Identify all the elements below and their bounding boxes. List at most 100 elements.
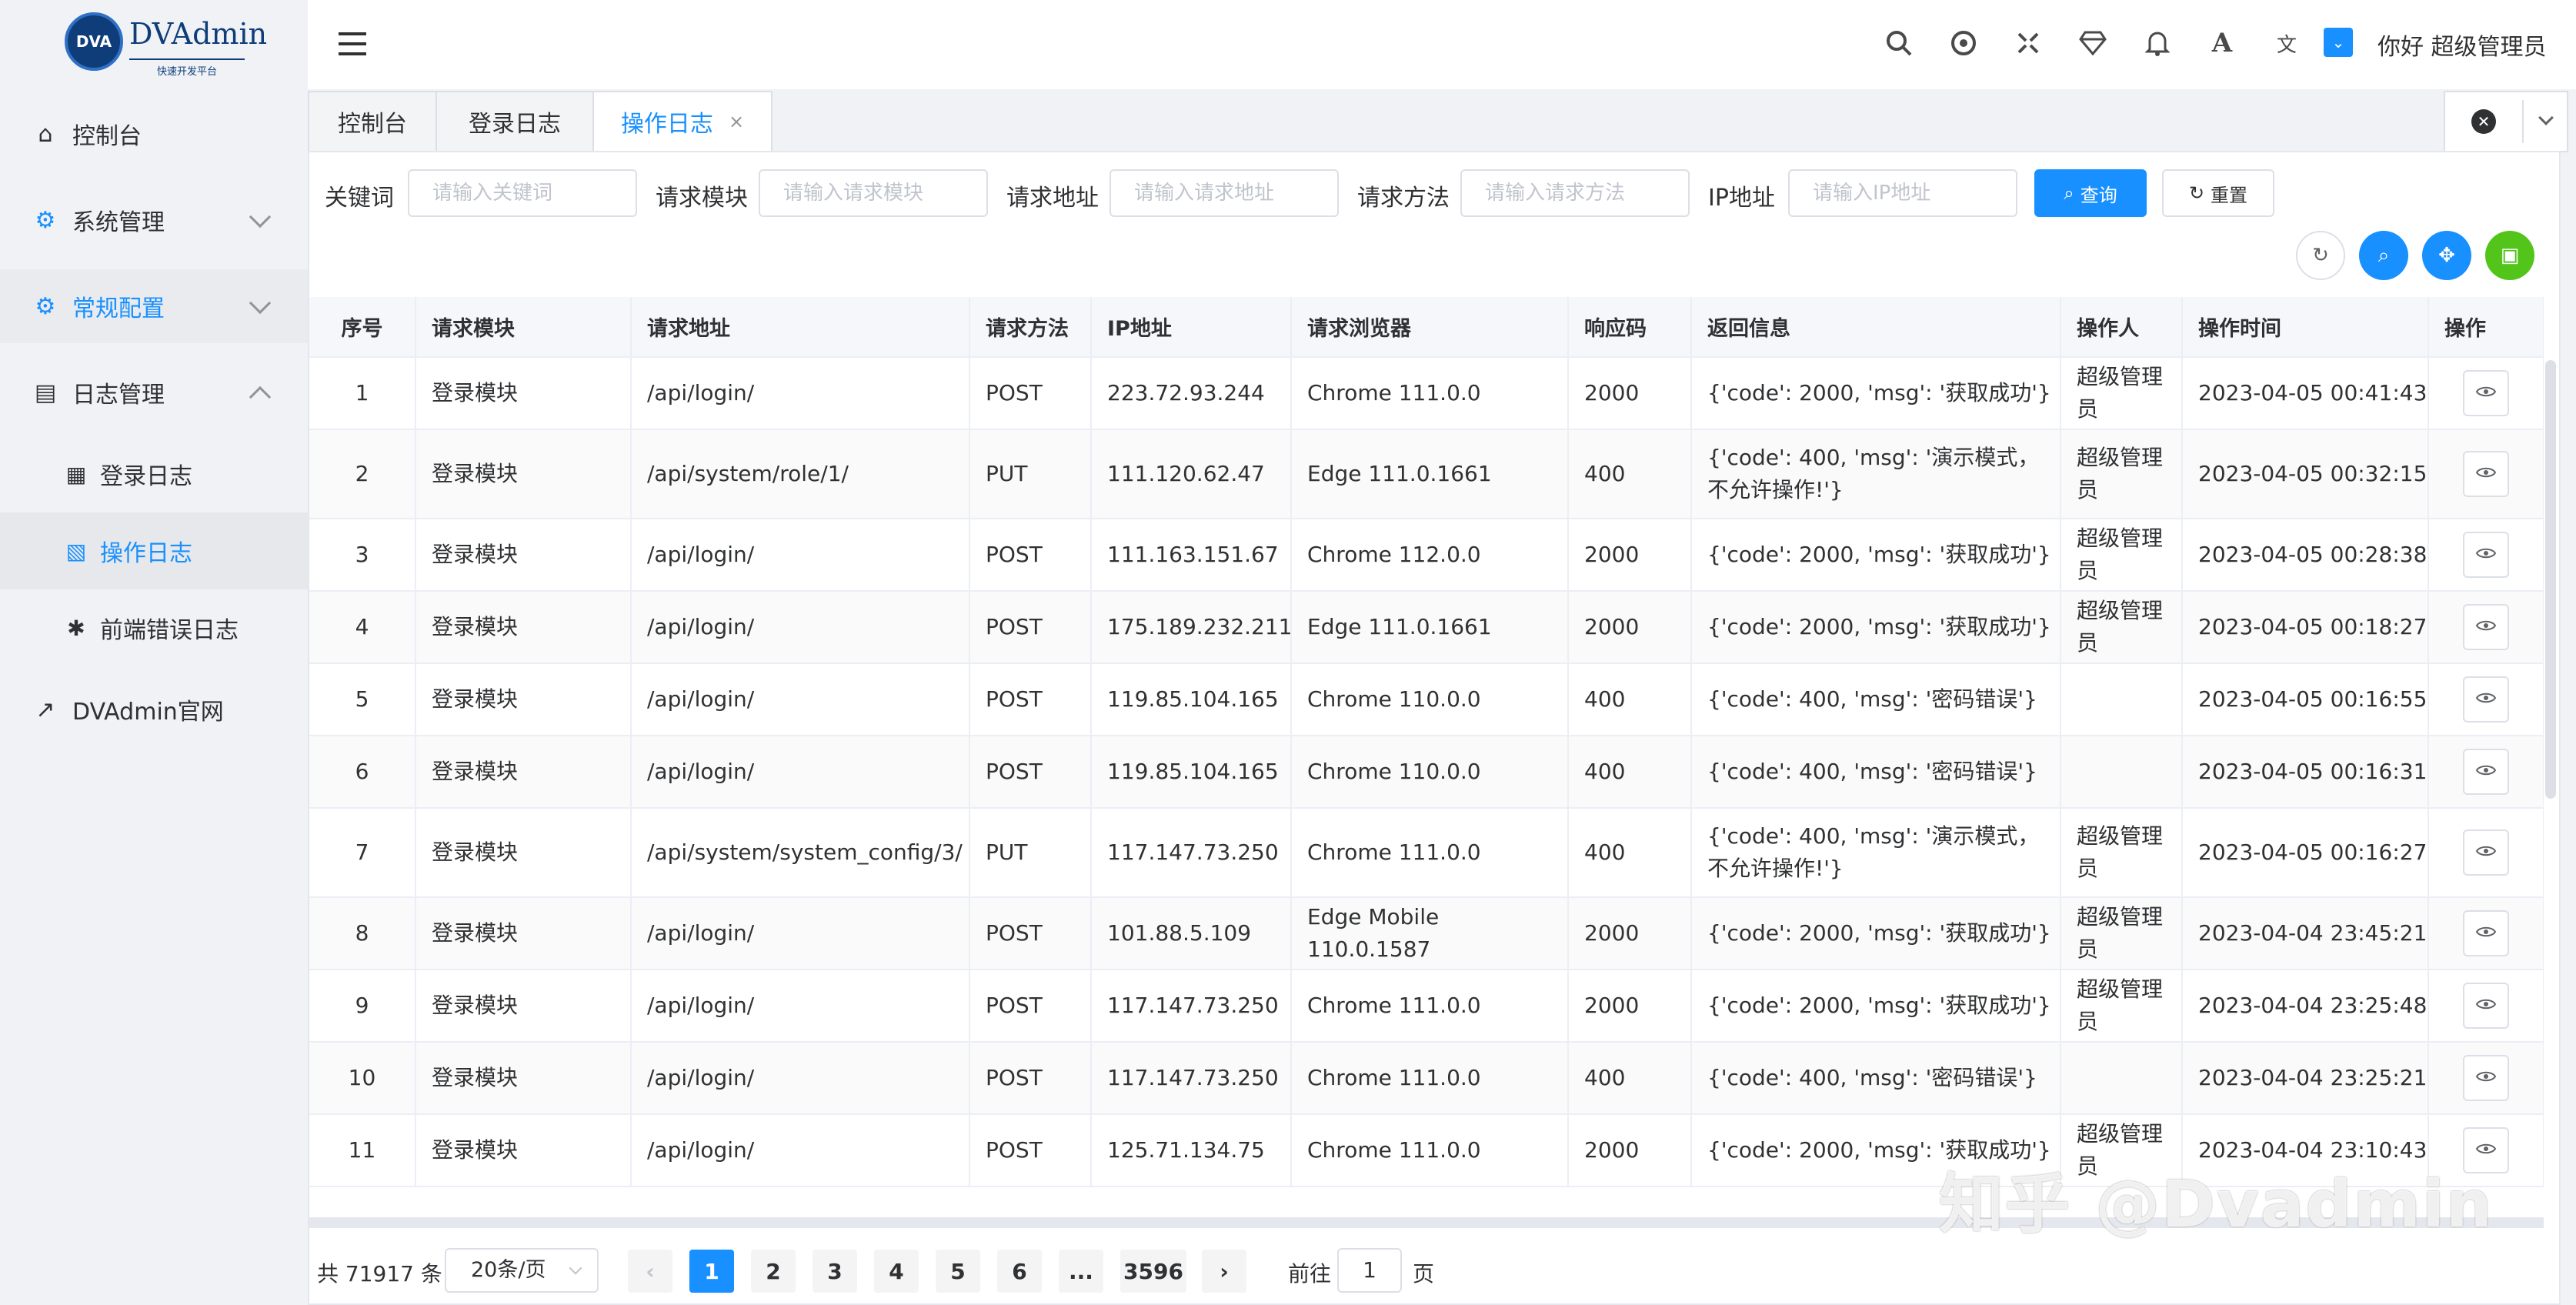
table-cell: /api/login/ — [631, 1114, 970, 1187]
target-icon[interactable] — [1948, 28, 1979, 58]
view-button[interactable] — [2463, 910, 2509, 956]
view-button[interactable] — [2463, 532, 2509, 578]
table-cell — [2060, 1042, 2183, 1115]
table-cell: 400 — [1568, 429, 1692, 519]
avatar[interactable]: ⌄ — [2324, 28, 2353, 57]
table-cell: 超级管理员 — [2060, 970, 2183, 1043]
export-icon[interactable]: ▣ — [2485, 231, 2534, 280]
move-icon[interactable]: ✥ — [2422, 231, 2471, 280]
tab-dashboard[interactable]: 控制台 — [308, 91, 437, 152]
chevron-down-icon[interactable] — [2538, 110, 2554, 125]
sidebar-item-login-log[interactable]: ▦ 登录日志 — [0, 436, 308, 512]
sidebar-item-logs[interactable]: ▤ 日志管理 — [0, 355, 308, 429]
reset-button[interactable]: ↻ 重置 — [2162, 169, 2274, 217]
tab-login-log[interactable]: 登录日志 — [435, 91, 594, 152]
table-cell: /api/system/role/1/ — [631, 429, 970, 519]
table-cell: /api/login/ — [631, 1042, 970, 1115]
table-cell: {'code': 400, 'msg': '密码错误'} — [1691, 1042, 2061, 1115]
book-icon: ▤ — [34, 379, 57, 406]
sidebar-item-system[interactable]: ⚙ 系统管理 — [0, 183, 308, 257]
logo[interactable]: DVA DVAdmin 快速开发平台 — [65, 12, 267, 78]
search-icon: ⌕ — [2064, 182, 2074, 204]
table-cell: 101.88.5.109 — [1091, 897, 1292, 970]
view-button[interactable] — [2463, 451, 2509, 497]
table-cell: POST — [969, 357, 1092, 430]
method-input[interactable] — [1460, 169, 1690, 217]
refresh-icon[interactable]: ↻ — [2296, 231, 2345, 280]
view-button[interactable] — [2463, 829, 2509, 876]
table-cell: PUT — [969, 429, 1092, 519]
view-button[interactable] — [2463, 1055, 2509, 1101]
search-icon[interactable] — [1884, 28, 1914, 58]
more-pages-button[interactable]: ... — [1059, 1250, 1103, 1293]
table-cell: Chrome 111.0.0 — [1291, 1042, 1569, 1115]
table-cell: 117.147.73.250 — [1091, 1042, 1292, 1115]
page-button[interactable]: 5 — [936, 1250, 980, 1293]
diamond-icon[interactable] — [2077, 28, 2108, 58]
page-button[interactable]: 2 — [751, 1250, 796, 1293]
tab-operation-log[interactable]: 操作日志 × — [592, 91, 772, 152]
action-cell — [2428, 808, 2544, 898]
font-size-icon[interactable]: A — [2207, 28, 2237, 58]
table-cell: 117.147.73.250 — [1091, 970, 1292, 1043]
table-cell: 4 — [309, 591, 416, 664]
prev-page-button[interactable]: ‹ — [628, 1250, 672, 1293]
page-size-select[interactable]: 20条/页 — [445, 1248, 599, 1293]
view-button[interactable] — [2463, 370, 2509, 416]
table-cell: 登录模块 — [415, 897, 632, 970]
sidebar-item-frontend-error-log[interactable]: ✱ 前端错误日志 — [0, 589, 308, 666]
eye-icon — [2475, 377, 2497, 409]
sidebar-item-operation-log[interactable]: ▧ 操作日志 — [0, 512, 308, 589]
view-button[interactable] — [2463, 676, 2509, 723]
table-cell: 2000 — [1568, 1114, 1692, 1187]
next-page-button[interactable]: › — [1202, 1250, 1246, 1293]
ip-input[interactable] — [1788, 169, 2017, 217]
page-button[interactable]: 1 — [689, 1250, 734, 1293]
sidebar-item-website[interactable]: ↗ DVAdmin官网 — [0, 673, 308, 746]
sidebar-item-dashboard[interactable]: ⌂ 控制台 — [0, 97, 308, 171]
table-cell: 119.85.104.165 — [1091, 736, 1292, 809]
vertical-scrollbar[interactable] — [2545, 360, 2556, 799]
table-cell: 登录模块 — [415, 736, 632, 809]
table-cell: POST — [969, 1042, 1092, 1115]
page-button[interactable]: 6 — [997, 1250, 1042, 1293]
sidebar-item-config[interactable]: ⚙ 常规配置 — [0, 269, 308, 343]
translate-icon[interactable]: 文 — [2271, 28, 2302, 58]
view-button[interactable] — [2463, 604, 2509, 650]
close-all-icon[interactable]: ✕ — [2471, 109, 2496, 134]
gears-icon: ⚙ — [35, 292, 56, 320]
fullscreen-icon[interactable] — [2013, 28, 2044, 58]
method-label: 请求方法 — [1357, 185, 1450, 212]
table-cell: {'code': 2000, 'msg': '获取成功'} — [1691, 970, 2061, 1043]
sidebar-item-label: 控制台 — [72, 123, 142, 150]
table-row: 1 登录模块/api/login/POST 223.72.93.244 Chrome … — [309, 357, 2544, 430]
jump-page-input[interactable]: 1 — [1337, 1248, 1402, 1293]
close-icon[interactable]: × — [729, 111, 744, 132]
page-button[interactable]: 4 — [874, 1250, 919, 1293]
table-cell: 8 — [309, 897, 416, 970]
table-cell: 125.71.134.75 — [1091, 1114, 1292, 1187]
user-greeting[interactable]: 你好 超级管理员 — [2377, 28, 2547, 62]
search-button-label: 查询 — [2080, 184, 2117, 206]
action-cell — [2428, 663, 2544, 736]
page-button[interactable]: 3596 — [1120, 1250, 1186, 1293]
bug-icon: ✱ — [67, 615, 85, 641]
table-cell: 超级管理员 — [2060, 591, 2183, 664]
module-input[interactable] — [759, 169, 988, 217]
view-button[interactable] — [2463, 983, 2509, 1029]
keyword-input[interactable] — [408, 169, 637, 217]
url-input[interactable] — [1109, 169, 1339, 217]
table-cell: 11 — [309, 1114, 416, 1187]
search-toggle-icon[interactable]: ⌕ — [2359, 231, 2408, 280]
view-button[interactable] — [2463, 749, 2509, 795]
home-icon: ⌂ — [38, 120, 53, 148]
table-cell: 超级管理员 — [2060, 357, 2183, 430]
page-button[interactable]: 3 — [813, 1250, 857, 1293]
table-cell: 登录模块 — [415, 663, 632, 736]
bell-icon[interactable] — [2142, 28, 2173, 58]
table-cell: /api/login/ — [631, 736, 970, 809]
menu-toggle-icon[interactable] — [339, 32, 366, 55]
chevron-up-icon — [249, 385, 272, 409]
table-cell: 登录模块 — [415, 1042, 632, 1115]
search-button[interactable]: ⌕ 查询 — [2034, 169, 2147, 217]
